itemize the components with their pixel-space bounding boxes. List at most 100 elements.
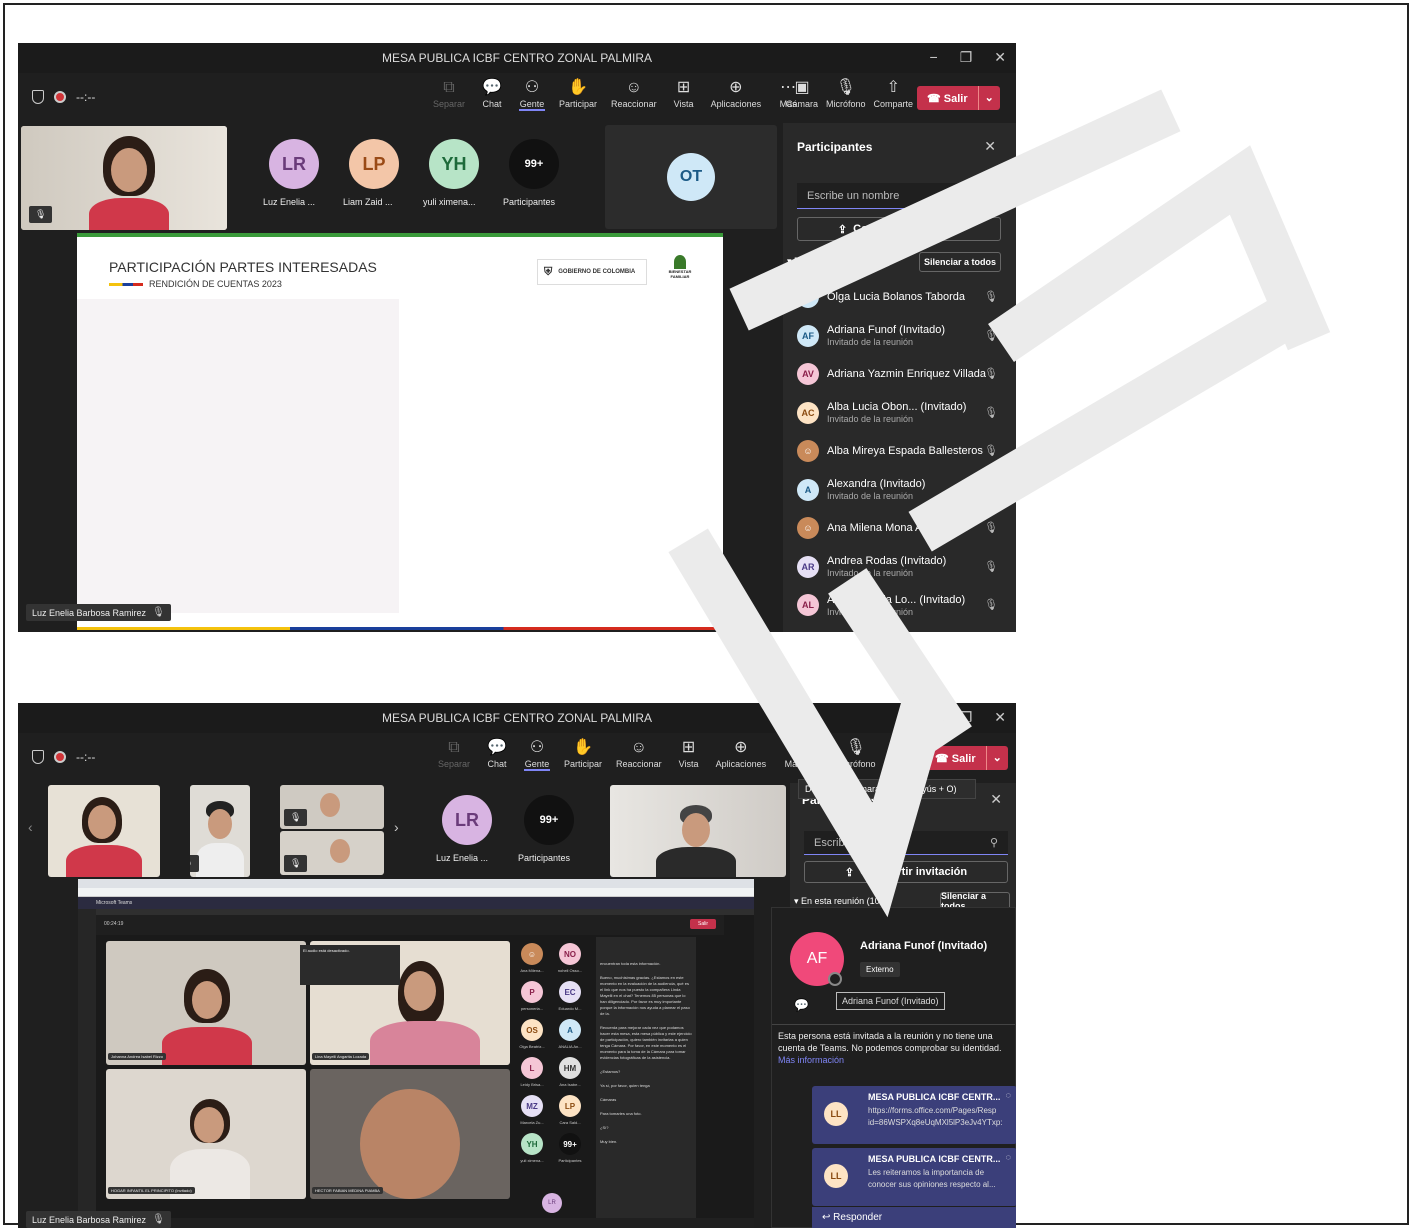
- device-0[interactable]: ▣ Cámara: [786, 77, 818, 109]
- avatar-0[interactable]: LR: [442, 795, 492, 845]
- participant-row[interactable]: AF Adriana Funof (Invitado) Invitado de la…: [783, 317, 1016, 356]
- close-icon[interactable]: ✕: [994, 49, 1006, 66]
- share-invite-button[interactable]: ⇪ Compartir invitación: [804, 861, 1008, 883]
- more-info-link[interactable]: Más información: [778, 1055, 844, 1065]
- participant-row[interactable]: A Alexandra (Invitado) Invitado de la reun…: [783, 471, 1016, 510]
- participant-row[interactable]: AL Angela Maria Lo... (Invitado) Invitado …: [783, 586, 1016, 625]
- inner-avatar-cell[interactable]: HM Ana Isabe...: [552, 1055, 588, 1091]
- participant-role: Invitado de la reunión: [827, 568, 914, 579]
- video-tile-5[interactable]: [610, 785, 786, 877]
- tool-reaccionar[interactable]: ☺ Reaccionar: [616, 737, 662, 771]
- inner-avatar-cell[interactable]: OS Olga Beatriz...: [514, 1017, 550, 1053]
- participant-row[interactable]: AV Adriana Yazmin Enriquez Villada 🎙: [783, 355, 1016, 394]
- chat-icon[interactable]: 💬: [794, 998, 809, 1012]
- browser-address-bar: [78, 888, 754, 897]
- chat-message[interactable]: LL MESA PUBLICA ICBF CENTR... ◌ https://for…: [812, 1086, 1016, 1144]
- tool-participar[interactable]: ✋ Participar: [559, 77, 597, 111]
- minimize-icon[interactable]: −: [930, 49, 938, 66]
- participant-row[interactable]: ☺ Ana Milena Mona Alvarez 🎙: [783, 509, 1016, 548]
- message-line: id=86WSPXq8eUqMXl5lP3eJv4YTxp:: [868, 1118, 1003, 1127]
- inner-avatar-cell[interactable]: NO nohell Osso...: [552, 941, 588, 977]
- video-tile-3[interactable]: 🎙: [280, 785, 384, 829]
- inner-avatar-cell[interactable]: 99+ Participantes: [552, 1131, 588, 1167]
- self-video-tile[interactable]: 🎙: [21, 126, 227, 230]
- inner-avatar-cell[interactable]: EC Eduardo M...: [552, 979, 588, 1015]
- video-tile-1[interactable]: [48, 785, 160, 877]
- device-0[interactable]: ▣ Cámara: [796, 737, 828, 769]
- tool-separar[interactable]: ⧉ Separar: [438, 737, 470, 771]
- tool-reaccionar[interactable]: ☺ Reaccionar: [611, 77, 657, 111]
- section-header[interactable]: ▾ En esta reunión (103): [794, 896, 888, 907]
- avatar-1[interactable]: 99+: [524, 795, 574, 845]
- inner-avatar-cell[interactable]: L Leidy Brisa...: [514, 1055, 550, 1091]
- device-2[interactable]: ⇧ Comparte: [874, 77, 914, 109]
- tool-vista[interactable]: ⊞ Vista: [676, 737, 702, 771]
- participant-row[interactable]: OT Olga Lucia Bolanos Taborda 🎙: [783, 278, 1016, 317]
- inner-avatar-cell[interactable]: YH yuli ximena...: [514, 1131, 550, 1167]
- tool-participar[interactable]: ✋ Participar: [564, 737, 602, 771]
- meeting-timer: --:--: [76, 750, 96, 764]
- inner-avatar-cell[interactable]: A ANALIA An...: [552, 1017, 588, 1053]
- person-face: [208, 809, 232, 839]
- device-1[interactable]: 🎙 Micrófono: [826, 77, 866, 109]
- leave-options-chevron-icon[interactable]: ⌄: [985, 746, 1008, 770]
- reply-button[interactable]: ↩ Responder: [812, 1207, 1016, 1228]
- close-pane-icon[interactable]: ✕: [984, 138, 996, 155]
- inner-video-3[interactable]: HOGAR INFANTIL EL PRINCIPITO (Invitado): [106, 1069, 306, 1199]
- share-icon: ⇪: [844, 866, 855, 879]
- ot-video-tile[interactable]: OT: [605, 125, 777, 229]
- inner-leave-button[interactable]: Salir: [689, 919, 716, 929]
- tool-icon: ⚇: [524, 79, 540, 96]
- self-mic-off-icon[interactable]: 🎙: [29, 206, 53, 223]
- tool-gente[interactable]: ⚇ Gente: [519, 77, 546, 111]
- inner-avatar-cell[interactable]: MZ Marcela Zu...: [514, 1093, 550, 1129]
- avatar-2[interactable]: YH: [429, 139, 479, 189]
- next-page-icon[interactable]: ›: [394, 819, 399, 835]
- participant-row[interactable]: AR Andrea Rodas (Invitado) Invitado de la …: [783, 548, 1016, 587]
- section-header[interactable]: ▾ En esta reunión (113): [787, 256, 880, 267]
- close-icon[interactable]: ✕: [994, 709, 1006, 726]
- chat-message[interactable]: LL MESA PUBLICA ICBF CENTR... ◌ Les reitera…: [812, 1148, 1016, 1206]
- tool-chat[interactable]: 💬 Chat: [484, 737, 510, 771]
- restore-icon[interactable]: ❐: [960, 49, 973, 66]
- tool-gente[interactable]: ⚇ Gente: [524, 737, 551, 771]
- inner-avatar-cell[interactable]: Ppersoneria...: [514, 979, 550, 1015]
- close-pane-icon[interactable]: ✕: [990, 791, 1002, 808]
- search-input[interactable]: Escribe un nombre ⚲: [797, 183, 1001, 209]
- share-invite-button[interactable]: ⇪ Compartir invitación: [797, 217, 1001, 241]
- device-2[interactable]: ⇧ Comparte: [884, 737, 924, 769]
- profile-card: AF Adriana Funof (Invitado) Externo 💬 Ad…: [771, 907, 1016, 1228]
- leave-options-chevron-icon[interactable]: ⌄: [977, 86, 1000, 110]
- video-tile-4[interactable]: 🎙: [280, 831, 384, 875]
- participant-row[interactable]: ☺ Alba Mireya Espada Ballesteros 🎙: [783, 432, 1016, 471]
- inner-avatar-cell[interactable]: LP Cara Sald...: [552, 1093, 588, 1129]
- prev-page-icon[interactable]: ‹: [28, 819, 33, 835]
- tool-chat[interactable]: 💬 Chat: [479, 77, 505, 111]
- gov-logo-text: GOBIERNO DE COLOMBIA: [558, 269, 636, 275]
- participant-role: Invitado de la reunión: [827, 491, 914, 502]
- tool-separar[interactable]: ⧉ Separar: [433, 77, 465, 111]
- search-input[interactable]: Escribe un nombre ⚲: [804, 831, 1008, 855]
- leave-button[interactable]: ☎ Salir ⌄: [925, 746, 1008, 770]
- tool-label: Vista: [678, 759, 699, 769]
- restore-icon[interactable]: ❐: [960, 709, 973, 726]
- inner-avatar-cell[interactable]: ☺ Ana Milena...: [514, 941, 550, 977]
- leave-button[interactable]: ☎ Salir ⌄: [917, 86, 1000, 110]
- avatar-1[interactable]: LP: [349, 139, 399, 189]
- avatar-3[interactable]: 99+: [509, 139, 559, 189]
- tool-label: Gente: [519, 99, 545, 109]
- video-tile-2[interactable]: 🎙: [190, 785, 250, 877]
- inner-video-4[interactable]: HECTOR FABIAN MEDINA PIAMBA: [310, 1069, 510, 1199]
- device-1[interactable]: 🎙 Micrófono: [836, 737, 876, 769]
- minimize-icon[interactable]: −: [930, 709, 938, 726]
- participant-avatar: A: [797, 478, 819, 501]
- tool-icon: ☺: [625, 79, 642, 96]
- avatar-0[interactable]: LR: [269, 139, 319, 189]
- tool-vista[interactable]: ⊞ Vista: [671, 77, 697, 111]
- inner-video-1[interactable]: Johanna Andrea Isabel Rizzo: [106, 941, 306, 1065]
- mute-all-button[interactable]: Silenciar a todos: [919, 252, 1001, 272]
- tool-aplicaciones[interactable]: ⊕ Aplicaciones: [711, 77, 762, 111]
- tool-aplicaciones[interactable]: ⊕ Aplicaciones: [716, 737, 767, 771]
- participant-row[interactable]: AC Alba Lucia Obon... (Invitado) Invitado …: [783, 394, 1016, 433]
- tool-label: Aplicaciones: [710, 99, 762, 109]
